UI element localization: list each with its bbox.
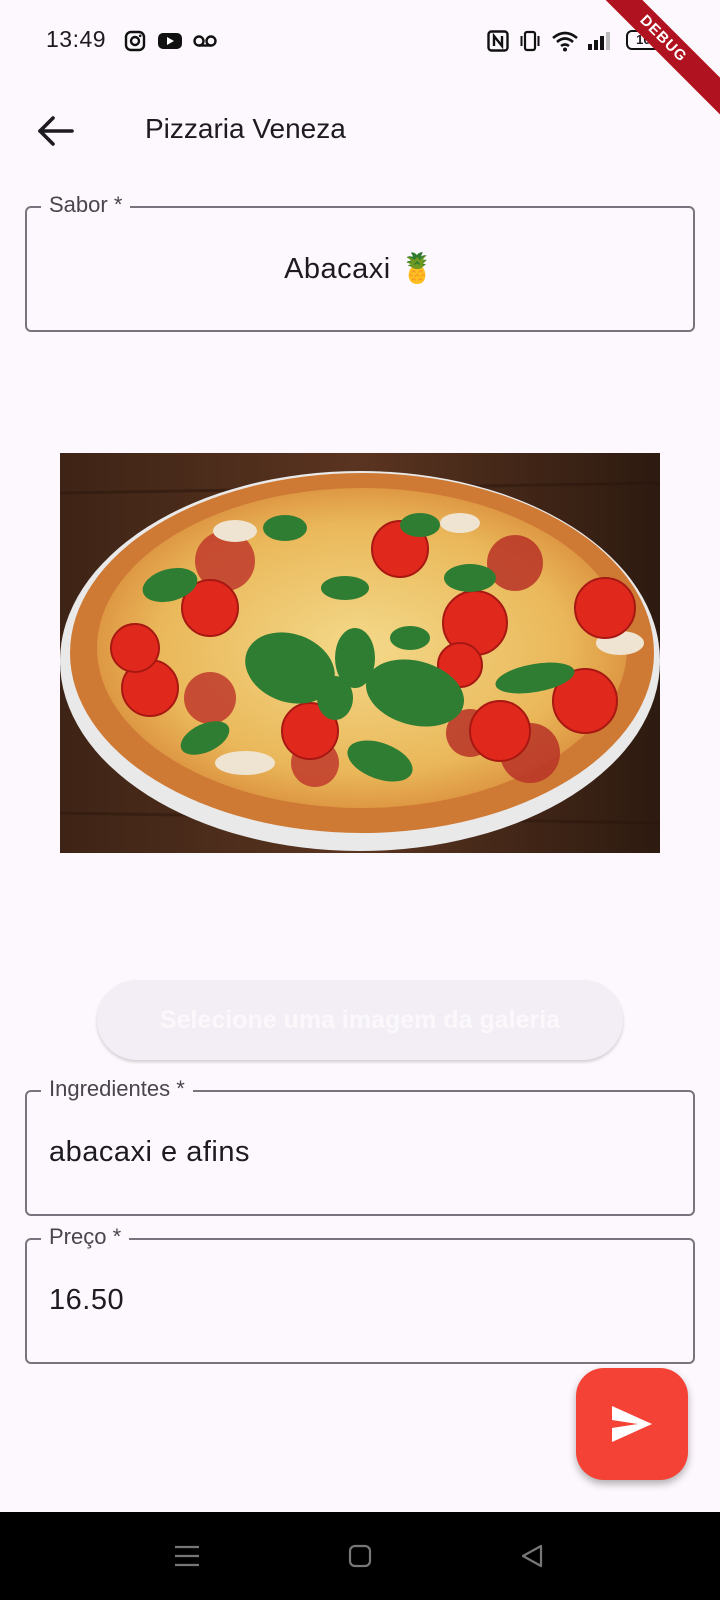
- page-title: Pizzaria Veneza: [145, 113, 346, 144]
- ingredientes-value[interactable]: abacaxi e afins: [49, 1136, 250, 1169]
- back-arrow-icon[interactable]: [30, 106, 80, 156]
- signal-icon: [588, 32, 610, 50]
- nfc-icon: [487, 30, 509, 52]
- preco-value[interactable]: 16.50: [49, 1284, 124, 1317]
- youtube-icon: [158, 33, 182, 49]
- preco-field[interactable]: Preço * 16.50: [25, 1224, 695, 1364]
- preco-label: Preço *: [41, 1224, 130, 1250]
- ingredientes-label: Ingredientes *: [41, 1076, 193, 1102]
- vibrate-icon: [520, 30, 540, 52]
- back-triangle-icon[interactable]: [518, 1542, 546, 1570]
- ingredientes-field[interactable]: Ingredientes * abacaxi e afins: [25, 1076, 695, 1216]
- status-time: 13:49: [46, 26, 107, 52]
- send-button[interactable]: [576, 1368, 688, 1480]
- menu-icon[interactable]: [173, 1542, 201, 1570]
- pizza-image: [60, 453, 660, 853]
- voicemail-icon: [193, 35, 217, 47]
- sabor-field[interactable]: Sabor * Abacaxi 🍍: [25, 192, 695, 332]
- instagram-icon: [124, 30, 146, 52]
- app-bar: Pizzaria Veneza: [0, 84, 720, 176]
- home-icon[interactable]: [346, 1542, 374, 1570]
- wifi-icon: [552, 31, 578, 52]
- system-nav-bar: [0, 1512, 720, 1600]
- sabor-value[interactable]: Abacaxi 🍍: [27, 252, 693, 286]
- send-icon: [612, 1406, 652, 1442]
- select-image-button[interactable]: Selecione uma imagem da galeria: [97, 980, 623, 1060]
- status-bar: 13:49 100 DEBUG: [0, 0, 720, 123]
- sabor-label: Sabor *: [41, 192, 131, 218]
